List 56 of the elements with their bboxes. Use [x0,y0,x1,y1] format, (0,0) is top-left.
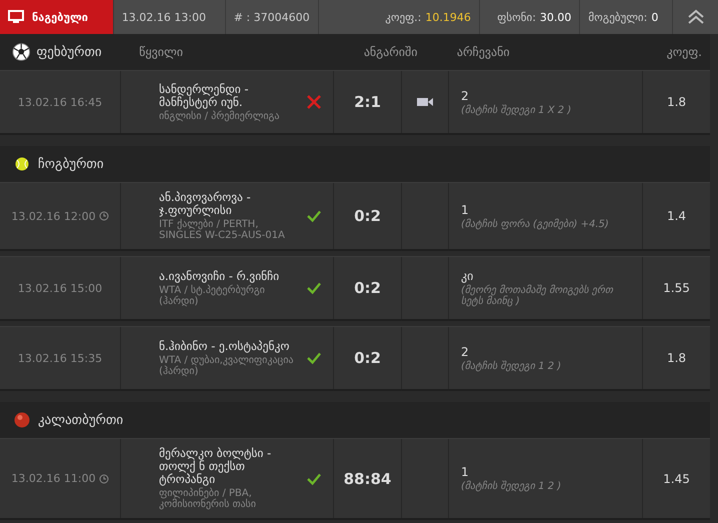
bet-odds: 1.55 [663,281,690,295]
bet-market: (მატჩის შედეგი 1 2 ) [461,360,562,372]
column-header: ანგარიში [362,45,418,59]
bet-pick: კი [461,269,474,283]
league-name: ფილიპინები / PBA, კომისიონერის თასი [159,488,257,510]
league-name: WTA / დუბაი,კვალიფიკაცია (ჰარდი) [159,354,295,376]
ticket-number: # : 37004600 [234,10,310,24]
bet-odds: 1.45 [663,472,690,486]
video-camera-icon[interactable] [416,96,434,108]
bet-odds: 1.8 [666,95,686,109]
match-teams: ა.ივანოვიჩი - რ.ვინჩი [159,270,280,282]
monitor-icon [8,10,24,24]
match-time: 13.02.16 12:00 [11,210,96,222]
stake-value: 30.00 [540,10,572,24]
sport-title: ჩოგბურთი [38,156,105,172]
bet-market: (მატჩის ფორა (გეიმები) +4.5) [461,218,609,230]
status-label: ნაგებული [32,10,88,24]
sport-title: ფეხბურთი [36,44,103,60]
match-teams: სანდერლენდი - მანჩესტერ იუნ. [159,82,250,108]
bet-pick: 2 [461,344,469,358]
match-teams: ან.პივოვაროვა - ჯ.ფოურლისი [159,191,252,217]
league-name: WTA / სტ.პეტერბურგი (ჰარდი) [159,284,266,306]
match-time: 13.02.16 11:00 [11,472,96,485]
bet-market: (მატჩის შედეგი 1 2 ) [461,481,562,492]
match-score: 0:2 [354,349,381,367]
soccer-ball-icon [12,42,31,62]
collapse-icon[interactable] [686,8,706,26]
league-name: ITF ქალები / PERTH, SINGLES W-C25-AUS-01A [159,219,286,241]
basketball-icon [12,410,32,430]
column-header: კოეფ. [666,45,703,59]
match-teams: ნ.ჰიბინო - ე.ოსტაპენკო [159,340,290,352]
bet-market: (მეორე მოთამაშე მოიგებს ერთ სეტს მაინც ) [461,285,614,307]
match-teams: მერალკო ბოლტსი - თოლქ ნ თექსთ ტროპანგი [159,447,272,486]
total-odds: 10.1946 [425,10,471,24]
bet-datetime: 13.02.16 13:00 [122,10,206,24]
column-header: წყვილი [138,45,184,59]
match-score: 0:2 [354,207,381,225]
match-time: 13.02.16 15:35 [18,352,102,364]
odds-label: კოეფ.: [385,10,422,24]
league-name: ინგლისი / პრემიერლიგა [159,110,280,122]
match-score: 0:2 [354,279,381,297]
bet-odds: 1.4 [666,209,686,223]
match-score: 2:1 [354,93,381,111]
bet-odds: 1.8 [666,351,686,365]
bet-pick: 1 [461,202,469,216]
bet-pick: 2 [461,88,469,102]
bet-pick: 1 [461,465,469,479]
column-header: არჩევანი [456,45,511,59]
sport-title: კალათბურთი [38,412,124,428]
match-time: 13.02.16 15:00 [18,282,102,294]
stake-label: ფსონი: [497,10,536,24]
match-time: 13.02.16 16:45 [18,96,102,108]
match-score: 88:84 [344,470,392,488]
win-value: 0 [651,10,658,24]
win-label: მოგებული: [588,10,648,24]
bet-market: (მატჩის შედეგი 1 X 2 ) [461,104,572,116]
